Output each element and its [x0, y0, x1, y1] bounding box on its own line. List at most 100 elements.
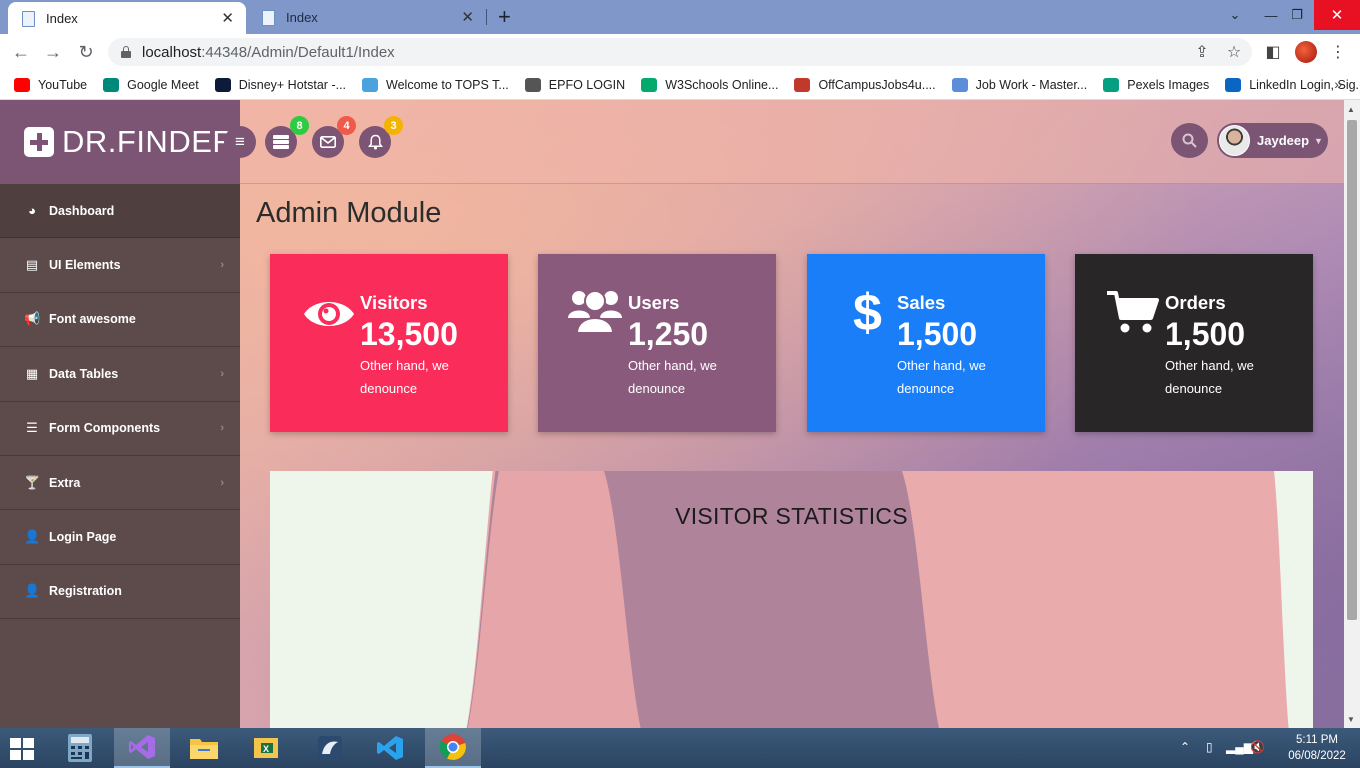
tab-search-chevron-icon[interactable]: ⌄ [1222, 0, 1248, 30]
sidebar-item-extra[interactable]: 🍸 Extra › [0, 456, 240, 511]
bookmark-pexels[interactable]: Pexels Images [1103, 77, 1210, 92]
users-card[interactable]: Users 1,250 Other hand, we denounce [538, 254, 776, 432]
avatar [1219, 125, 1250, 156]
tab-separator [486, 9, 487, 25]
show-hidden-icons-icon[interactable]: ⌃ [1180, 740, 1190, 754]
page-icon [260, 9, 276, 26]
new-tab-icon[interactable]: + [498, 4, 511, 30]
browser-toolbar: ← → ↻ localhost:44348/Admin/Default1/Ind… [0, 34, 1360, 70]
chrome-icon[interactable] [425, 728, 481, 768]
orders-card[interactable]: Orders 1,500 Other hand, we denounce [1075, 254, 1313, 432]
visitors-card[interactable]: Visitors 13,500 Other hand, we denounce [270, 254, 508, 432]
sidebar: ◕ Dashboard ▤ UI Elements › 📢 Font awesome ▦ Dat… [0, 184, 240, 728]
restore-icon[interactable]: ❐ [1284, 0, 1310, 30]
sidebar-item-data-tables[interactable]: ▦ Data Tables › [0, 347, 240, 402]
sidebar-item-ui-elements[interactable]: ▤ UI Elements › [0, 238, 240, 293]
sidebar-item-dashboard[interactable]: ◕ Dashboard [0, 184, 240, 239]
medical-plus-icon [24, 127, 54, 157]
reload-icon[interactable]: ↻ [75, 41, 97, 63]
menu-toggle-icon[interactable]: ≡ [224, 126, 256, 158]
close-tab-icon[interactable]: ✕ [461, 8, 474, 26]
clock-time: 5:11 PM [1296, 734, 1338, 746]
address-bar[interactable]: localhost:44348/Admin/Default1/Index [108, 38, 1252, 66]
scroll-down-icon[interactable]: ▼ [1347, 715, 1355, 724]
sidebar-item-label: Registration [49, 584, 122, 599]
sidebar-item-label: Dashboard [49, 203, 115, 218]
window-close-icon[interactable]: ✕ [1314, 0, 1360, 30]
offcampus-icon [794, 77, 811, 92]
forward-icon[interactable]: → [42, 41, 64, 63]
bookmark-hotstar[interactable]: Disney+ Hotstar -... [214, 77, 346, 92]
bookmark-label: OffCampusJobs4u.... [818, 77, 936, 92]
system-clock[interactable]: 5:11 PM 06/08/2022 [1282, 732, 1352, 764]
bookmark-offcampusjobs[interactable]: OffCampusJobs4u.... [794, 77, 936, 92]
file-explorer-icon[interactable] [176, 728, 232, 768]
tasks-badge: 8 [290, 116, 309, 135]
excel-icon[interactable]: X [238, 728, 294, 768]
eye-icon [304, 302, 354, 326]
glass-icon: 🍸 [24, 474, 41, 490]
mail-badge: 4 [337, 116, 356, 135]
close-tab-icon[interactable]: ✕ [221, 9, 234, 27]
bookmark-w3schools[interactable]: W3Schools Online... [641, 77, 778, 92]
card-description: Other hand, we denounce [897, 358, 986, 396]
menu-dots-icon[interactable]: ⋮ [1327, 41, 1349, 63]
envelope-icon [320, 136, 336, 148]
calculator-icon[interactable] [52, 728, 108, 768]
sidebar-item-form-components[interactable]: ☰ Form Components › [0, 402, 240, 456]
mysql-workbench-icon[interactable] [302, 728, 358, 768]
bookmark-youtube[interactable]: YouTube [14, 77, 87, 92]
profile-avatar[interactable] [1295, 41, 1317, 63]
bookmark-job-work[interactable]: Job Work - Master... [951, 77, 1087, 92]
bookmark-label: Pexels Images [1127, 77, 1210, 92]
search-button[interactable] [1171, 123, 1208, 158]
bookmark-star-icon[interactable]: ☆ [1223, 41, 1245, 63]
user-menu[interactable]: Jaydeep ▼ [1217, 123, 1328, 158]
network-signal-icon[interactable]: ▂▄▆ [1226, 740, 1253, 754]
vscode-icon[interactable] [362, 728, 418, 768]
chevron-right-icon: › [220, 422, 224, 435]
bookmark-epfo[interactable]: EPFO LOGIN [524, 77, 626, 92]
brand-logo[interactable]: DR.FINDER [0, 100, 240, 184]
visual-studio-icon[interactable] [114, 728, 170, 768]
chevron-right-icon: › [220, 476, 224, 489]
tasks-button[interactable]: 8 [265, 116, 309, 158]
sales-card[interactable]: $ Sales 1,500 Other hand, we denounce [807, 254, 1045, 432]
sidebar-item-registration[interactable]: 👤 Registration [0, 565, 240, 620]
sidebar-item-label: Login Page [49, 530, 117, 545]
mail-button[interactable]: 4 [312, 116, 356, 158]
tab-title: Index [46, 10, 78, 26]
sidebar-item-label: Font awesome [49, 312, 136, 327]
card-label: Orders [1165, 292, 1226, 313]
bookmark-label: EPFO LOGIN [548, 77, 626, 92]
sidebar-item-login-page[interactable]: 👤 Login Page [0, 510, 240, 565]
scrollbar-thumb[interactable] [1347, 120, 1357, 620]
bookmark-label: LinkedIn Login, Sig... [1249, 77, 1360, 92]
browser-tab[interactable]: Index ✕ [248, 0, 486, 34]
card-value: 13,500 [360, 316, 458, 352]
page-scrollbar[interactable]: ▲ ▼ [1344, 100, 1360, 728]
notifications-button[interactable]: 3 [359, 116, 403, 158]
svg-text:X: X [263, 744, 269, 754]
share-icon[interactable]: ⇪ [1191, 41, 1213, 63]
user-plus-icon: 👤 [24, 583, 41, 599]
back-icon[interactable]: ← [10, 41, 32, 63]
form-icon: ☰ [26, 420, 38, 436]
card-description: Other hand, we denounce [628, 358, 717, 396]
more-bookmarks-icon[interactable]: » [1334, 76, 1342, 92]
minimize-icon[interactable]: — [1258, 0, 1284, 30]
bookmark-google-meet[interactable]: Google Meet [103, 77, 199, 92]
scroll-up-icon[interactable]: ▲ [1347, 105, 1355, 114]
bookmark-tops[interactable]: Welcome to TOPS T... [362, 77, 509, 92]
battery-icon[interactable]: ▯ [1206, 740, 1213, 754]
bell-icon [367, 134, 383, 150]
side-panel-icon[interactable]: ◧ [1262, 41, 1284, 63]
windows-start-icon[interactable] [10, 738, 36, 760]
card-label: Sales [897, 292, 946, 313]
card-value: 1,500 [897, 316, 978, 352]
w3schools-icon [641, 77, 658, 92]
tab-title: Index [286, 9, 318, 25]
sidebar-item-font-awesome[interactable]: 📢 Font awesome [0, 293, 240, 348]
browser-tab-active[interactable]: Index ✕ [8, 2, 246, 34]
volume-muted-icon[interactable]: 🔇 [1250, 740, 1265, 754]
